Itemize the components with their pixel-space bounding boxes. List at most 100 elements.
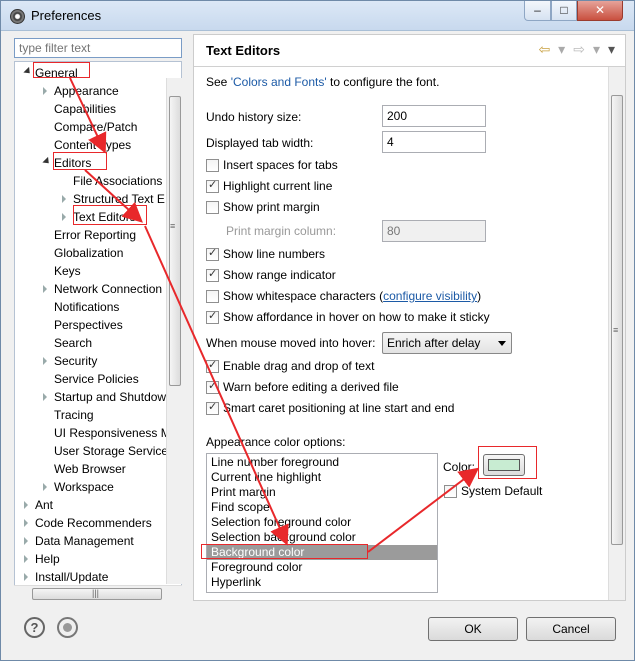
color-option-item[interactable]: Find scope <box>207 500 437 515</box>
tree-item[interactable]: Compare/Patch <box>15 118 181 136</box>
tree-item[interactable]: Notifications <box>15 298 181 316</box>
tree-item-label: General <box>35 66 78 80</box>
cancel-button[interactable]: Cancel <box>526 617 616 641</box>
tree-item[interactable]: Capabilities <box>15 100 181 118</box>
insert-spaces-checkbox[interactable] <box>206 159 219 172</box>
tree-item[interactable]: Globalization <box>15 244 181 262</box>
tree-item-label: Perspectives <box>54 318 123 332</box>
collapsed-arrow-icon[interactable] <box>24 555 28 563</box>
tree-item[interactable]: UI Responsiveness M <box>15 424 181 442</box>
system-default-checkbox[interactable] <box>444 485 457 498</box>
tree-vertical-scrollbar[interactable]: ≡ <box>166 78 182 584</box>
print-margin-column-input[interactable]: 80 <box>382 220 486 242</box>
tree-item[interactable]: Tracing <box>15 406 181 424</box>
collapsed-arrow-icon[interactable] <box>43 393 47 401</box>
tree-item[interactable]: Text Editors <box>15 208 181 226</box>
expanded-arrow-icon[interactable] <box>23 66 33 77</box>
color-option-item[interactable]: Print margin <box>207 485 437 500</box>
tree-item[interactable]: Help <box>15 550 181 568</box>
tree-item[interactable]: Editors <box>15 154 181 172</box>
color-option-item[interactable]: Background color <box>207 545 437 560</box>
page-scroll-thumb[interactable] <box>611 95 623 545</box>
font-hint: See 'Colors and Fonts' to configure the … <box>206 75 439 89</box>
collapsed-arrow-icon[interactable] <box>24 501 28 509</box>
collapsed-arrow-icon[interactable] <box>43 87 47 95</box>
tree-item[interactable]: Workspace <box>15 478 181 496</box>
warn-derived-checkbox[interactable] <box>206 379 219 394</box>
color-options-list[interactable]: Line number foreground Current line highl… <box>206 453 438 593</box>
collapsed-arrow-icon[interactable] <box>62 195 66 203</box>
collapsed-arrow-icon[interactable] <box>62 213 66 221</box>
tree-item[interactable]: Network Connection <box>15 280 181 298</box>
whitespace-text: Show whitespace characters <box>223 289 376 303</box>
color-picker-button[interactable] <box>483 454 525 476</box>
tree-item[interactable]: Data Management <box>15 532 181 550</box>
collapsed-arrow-icon[interactable] <box>24 519 28 527</box>
tab-width-input[interactable]: 4 <box>382 131 486 153</box>
tree-item[interactable]: Ant <box>15 496 181 514</box>
tree-item[interactable]: Error Reporting <box>15 226 181 244</box>
tree-item[interactable]: Install/Update <box>15 568 181 586</box>
whitespace-checkbox[interactable] <box>206 290 219 303</box>
range-indicator-checkbox[interactable] <box>206 267 219 282</box>
tree-item-label: Keys <box>54 264 81 278</box>
back-arrow-icon[interactable]: ⇦ <box>538 41 550 57</box>
colors-and-fonts-link[interactable]: 'Colors and Fonts' <box>231 75 327 89</box>
dropdown-icon[interactable]: ▾ <box>558 41 565 57</box>
tree-item[interactable]: Startup and Shutdow <box>15 388 181 406</box>
color-option-item[interactable]: Selection background color <box>207 530 437 545</box>
tree-item-label: Data Management <box>35 534 134 548</box>
tree-horizontal-scrollbar[interactable]: ||| <box>14 585 182 601</box>
tree-item[interactable]: Appearance <box>15 82 181 100</box>
color-option-item[interactable]: Hyperlink <box>207 575 437 590</box>
collapsed-arrow-icon[interactable] <box>24 537 28 545</box>
page-title: Text Editors <box>206 43 281 58</box>
dropdown-icon[interactable]: ▾ <box>593 41 600 57</box>
color-option-item[interactable]: Line number foreground <box>207 455 437 470</box>
close-button[interactable]: ✕ <box>577 1 623 21</box>
tree-item[interactable]: Structured Text E <box>15 190 181 208</box>
color-option-item[interactable]: Current line highlight <box>207 470 437 485</box>
color-option-item[interactable]: Selection foreground color <box>207 515 437 530</box>
tree-item[interactable]: Content Types <box>15 136 181 154</box>
tree-scroll-thumb[interactable] <box>169 96 181 386</box>
collapsed-arrow-icon[interactable] <box>43 285 47 293</box>
collapsed-arrow-icon[interactable] <box>43 357 47 365</box>
help-icon[interactable]: ? <box>24 617 45 638</box>
tree-item[interactable]: File Associations <box>15 172 181 190</box>
record-icon[interactable] <box>57 617 78 638</box>
configure-visibility-link[interactable]: configure visibility <box>383 289 477 303</box>
minimize-button[interactable]: – <box>524 1 551 21</box>
tree-item-label: Content Types <box>54 138 132 152</box>
view-menu-icon[interactable]: ▾ <box>608 41 615 57</box>
page-vertical-scrollbar[interactable]: ≡ <box>608 67 625 600</box>
tree-item[interactable]: Service Policies <box>15 370 181 388</box>
tree-item[interactable]: Web Browser <box>15 460 181 478</box>
forward-arrow-icon[interactable]: ⇨ <box>573 41 585 57</box>
highlight-line-checkbox[interactable] <box>206 178 219 193</box>
collapsed-arrow-icon[interactable] <box>24 573 28 581</box>
tree-item[interactable]: General <box>15 64 181 82</box>
maximize-button[interactable]: □ <box>551 1 577 21</box>
tree-item[interactable]: User Storage Service <box>15 442 181 460</box>
tree-item[interactable]: Perspectives <box>15 316 181 334</box>
undo-history-input[interactable]: 200 <box>382 105 486 127</box>
tree-item-label: Text Editors <box>73 210 136 224</box>
drag-drop-checkbox[interactable] <box>206 358 219 373</box>
print-margin-checkbox[interactable] <box>206 201 219 214</box>
tree-item[interactable]: Search <box>15 334 181 352</box>
tree-item[interactable]: Security <box>15 352 181 370</box>
affordance-checkbox[interactable] <box>206 309 219 324</box>
color-option-item[interactable]: Foreground color <box>207 560 437 575</box>
tree-item-label: Security <box>54 354 98 368</box>
hover-select[interactable]: Enrich after delay <box>382 332 512 354</box>
line-numbers-checkbox[interactable] <box>206 246 219 261</box>
expanded-arrow-icon[interactable] <box>42 156 52 167</box>
tree-item[interactable]: Keys <box>15 262 181 280</box>
tree-item[interactable]: Code Recommenders <box>15 514 181 532</box>
smart-caret-checkbox[interactable] <box>206 400 219 415</box>
ok-button[interactable]: OK <box>428 617 518 641</box>
filter-input[interactable] <box>14 38 182 58</box>
window-title: Preferences <box>31 8 102 23</box>
collapsed-arrow-icon[interactable] <box>43 483 47 491</box>
